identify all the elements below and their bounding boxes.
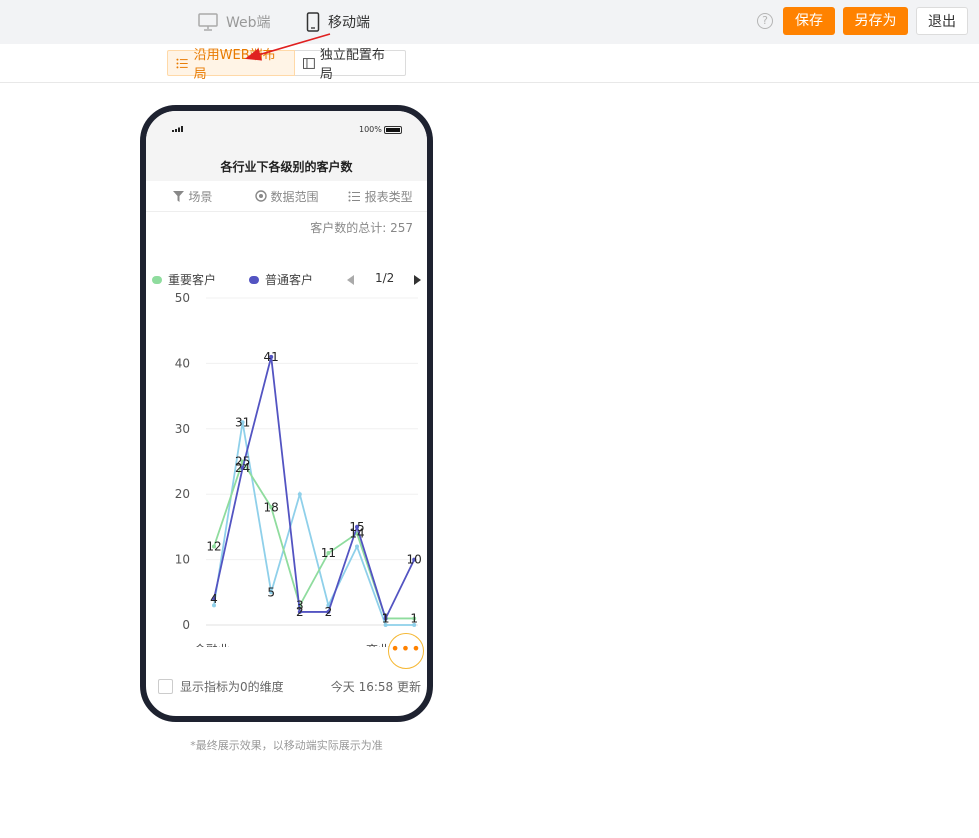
line-chart: 01020304050金融业商业服12251831114114244122151… (175, 291, 422, 647)
list-icon (348, 191, 360, 201)
x-tick-label: 金融业 (194, 642, 230, 647)
filter-data-scope-label: 数据范围 (270, 189, 319, 204)
phone-preview: 100% 各行业下各级别的客户数 场景 数据范围 报表类型 客户数的总计: 25… (140, 105, 433, 722)
data-label: 18 (264, 500, 279, 514)
filter-scene[interactable]: 场景 (146, 181, 240, 211)
filter-report-type-label: 报表类型 (364, 189, 413, 204)
data-point (297, 492, 302, 497)
data-label: 24 (235, 461, 250, 475)
filter-report-type[interactable]: 报表类型 (333, 181, 427, 211)
phone-footer: 显示指标为0的维度 今天 16:58 更新 (146, 673, 427, 697)
signal-icon (172, 126, 183, 132)
filter-bar: 场景 数据范围 报表类型 (146, 181, 427, 212)
y-tick-label: 40 (175, 356, 190, 370)
filter-icon (173, 190, 185, 202)
ellipsis-icon: ••• (390, 639, 422, 658)
legend-label: 重要客户 (168, 273, 217, 287)
monitor-icon (198, 13, 218, 31)
data-label: 11 (321, 546, 336, 560)
battery-icon (384, 126, 402, 134)
y-tick-label: 50 (175, 291, 190, 305)
show-zero-checkbox[interactable] (158, 679, 173, 694)
data-point (355, 544, 359, 549)
data-label: 5 (267, 585, 275, 599)
more-actions-button[interactable]: ••• (388, 633, 424, 669)
status-bar: 100% (146, 111, 427, 147)
series-line (213, 422, 415, 626)
series-line (213, 459, 415, 620)
preview-note: *最终展示效果，以移动端实际展示为准 (190, 739, 383, 752)
show-zero-label: 显示指标为0的维度 (180, 680, 284, 694)
save-button[interactable]: 保存 (783, 7, 835, 35)
mode-tab-mobile-label: 移动端 (328, 15, 370, 31)
data-label: 2 (296, 605, 304, 619)
use-web-layout-button[interactable]: 沿用WEB端布局 (167, 48, 295, 82)
exit-button[interactable]: 退出 (916, 7, 968, 35)
data-label: 2 (325, 605, 333, 619)
total-summary: 客户数的总计: 257 (310, 219, 413, 236)
y-tick-label: 10 (175, 553, 190, 567)
updated-time: 今天 16:58 更新 (330, 680, 421, 694)
legend-page-indicator: 1/2 (375, 271, 395, 285)
filter-scene-label: 场景 (188, 189, 213, 204)
layout-panel-icon (303, 57, 315, 69)
report-title: 各行业下各级别的客户数 (146, 147, 427, 181)
data-label: 4 (210, 592, 218, 606)
data-label: 1 (410, 611, 418, 625)
top-toolbar: Web端 移动端 ? 保存 另存为 退出 (0, 0, 979, 44)
total-value: 257 (390, 221, 413, 235)
save-as-button[interactable]: 另存为 (843, 7, 908, 35)
data-label: 31 (235, 415, 250, 429)
help-icon[interactable]: ? (757, 13, 773, 29)
layout-bar (0, 44, 979, 83)
data-label: 10 (407, 553, 422, 567)
independent-layout-button[interactable]: 独立配置布局 (295, 48, 406, 82)
data-label: 41 (264, 350, 279, 364)
y-tick-label: 0 (182, 618, 190, 632)
mode-tab-web[interactable]: Web端 (198, 10, 271, 34)
filter-data-scope[interactable]: 数据范围 (240, 181, 334, 211)
mode-tab-web-label: Web端 (226, 15, 271, 31)
legend-item-normal[interactable]: 普通客户 (249, 271, 313, 288)
mobile-phone-icon (306, 12, 320, 32)
data-label: 12 (206, 540, 221, 554)
data-label: 15 (349, 520, 364, 534)
legend-next-page-icon[interactable] (414, 275, 421, 285)
total-label: 客户数的总计: (310, 221, 387, 235)
use-web-layout-label: 沿用WEB端布局 (193, 48, 276, 82)
scope-icon (254, 190, 267, 202)
legend-swatch (152, 275, 162, 284)
y-tick-label: 20 (175, 487, 190, 501)
legend-prev-page-icon[interactable] (347, 275, 354, 285)
independent-layout-label: 独立配置布局 (319, 48, 385, 82)
y-tick-label: 30 (175, 422, 190, 436)
legend-label: 普通客户 (265, 273, 314, 287)
legend-swatch (249, 275, 259, 284)
mode-tab-mobile[interactable]: 移动端 (306, 10, 370, 34)
data-label: 1 (382, 611, 390, 625)
legend-item-important[interactable]: 重要客户 (152, 271, 216, 288)
battery-text: 100% (359, 125, 382, 134)
list-icon (176, 58, 188, 68)
